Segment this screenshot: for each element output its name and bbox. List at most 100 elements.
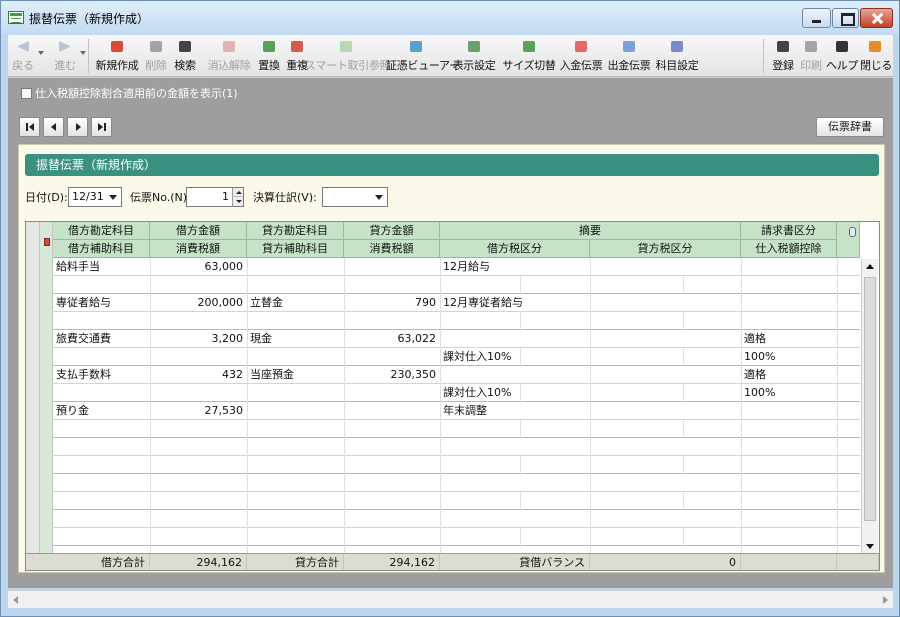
grid-cell-inv[interactable] <box>741 294 837 312</box>
toolbar-delete-button[interactable]: 削除 <box>142 35 170 77</box>
grid-cell-d-acct[interactable]: 給料手当 <box>53 258 150 276</box>
grid-cell-c-tax[interactable] <box>590 276 741 294</box>
grid-cell-c-amt[interactable] <box>344 258 440 276</box>
attachment-icon[interactable] <box>849 227 856 237</box>
grid-cell-c-sub[interactable] <box>247 276 344 294</box>
window-close-button[interactable] <box>860 8 893 28</box>
grid-cell-d-tax[interactable] <box>440 276 590 294</box>
scroll-up-icon[interactable] <box>866 264 874 269</box>
grid-cell-c-acct[interactable] <box>247 258 344 276</box>
dropdown-arrow-icon[interactable] <box>80 51 86 55</box>
grid-cell-d-acct[interactable]: 専従者給与 <box>53 294 150 312</box>
dropdown-arrow-icon[interactable] <box>38 51 44 55</box>
prev-record-button[interactable] <box>43 117 64 137</box>
grid-cell-c-sub[interactable] <box>247 348 344 366</box>
grid-cell-ded[interactable]: 100% <box>741 384 837 402</box>
grid-cell-memo[interactable]: 年末調整 <box>440 402 741 420</box>
grid-cell-c-acct[interactable] <box>247 402 344 420</box>
tax-ratio-checkbox[interactable] <box>21 88 32 99</box>
grid-cell-ded[interactable] <box>741 312 837 330</box>
grid-cell-memo[interactable] <box>440 330 741 348</box>
stepper-up-icon[interactable] <box>232 188 243 197</box>
horizontal-scrollbar[interactable] <box>8 590 893 608</box>
grid-cell-c-amt[interactable]: 790 <box>344 294 440 312</box>
first-record-button[interactable] <box>19 117 40 137</box>
last-record-button[interactable] <box>91 117 112 137</box>
slip-no-stepper[interactable]: 1 <box>186 187 244 207</box>
grid-cell-d-vat[interactable] <box>150 276 247 294</box>
grid-cell-d-amt[interactable]: 3,200 <box>150 330 247 348</box>
minimize-button[interactable] <box>802 8 831 28</box>
grid-cell-d-sub[interactable] <box>53 312 150 330</box>
grid-cell-c-vat[interactable] <box>344 348 440 366</box>
grid-cell-c-amt[interactable]: 230,350 <box>344 366 440 384</box>
closing-entry-combo[interactable] <box>322 187 388 207</box>
toolbar-help-button[interactable]: ヘルプ <box>826 35 858 77</box>
toolbar-back-button[interactable]: 戻る <box>10 35 36 77</box>
grid-cell-d-acct[interactable]: 支払手数料 <box>53 366 150 384</box>
grid-cell-d-sub[interactable] <box>53 348 150 366</box>
grid-cell-ded[interactable] <box>741 420 837 438</box>
grid-cell-c-vat[interactable] <box>344 420 440 438</box>
toolbar-close-button[interactable]: 閉じる <box>860 35 892 77</box>
grid-cell-d-acct[interactable]: 旅費交通費 <box>53 330 150 348</box>
scroll-down-icon[interactable] <box>866 544 874 549</box>
grid-cell-inv[interactable] <box>741 402 837 420</box>
toolbar-size-button[interactable]: サイズ切替 <box>502 35 556 77</box>
scroll-right-icon[interactable] <box>883 596 888 604</box>
grid-cell-memo[interactable]: 12月給与 <box>440 258 741 276</box>
grid-cell-inv[interactable] <box>741 258 837 276</box>
grid-cell-c-tax[interactable] <box>590 348 741 366</box>
grid-cell-c-tax[interactable] <box>590 420 741 438</box>
grid-cell-c-vat[interactable] <box>344 276 440 294</box>
grid-cell-c-acct[interactable]: 立替金 <box>247 294 344 312</box>
grid-cell-d-tax[interactable]: 課対仕入10% <box>440 384 590 402</box>
grid-cell-memo[interactable]: 12月専従者給与 <box>440 294 741 312</box>
grid-cell-inv[interactable]: 適格 <box>741 330 837 348</box>
grid-cell-d-tax[interactable] <box>440 312 590 330</box>
toolbar-new-button[interactable]: 新規作成 <box>94 35 140 77</box>
grid-cell-c-tax[interactable] <box>590 312 741 330</box>
toolbar-forward-button[interactable]: 進む <box>52 35 78 77</box>
toolbar-account-button[interactable]: 科目設定 <box>653 35 701 77</box>
grid-cell-d-sub[interactable] <box>53 384 150 402</box>
vertical-scrollbar[interactable] <box>861 259 878 554</box>
next-record-button[interactable] <box>67 117 88 137</box>
grid-cell-d-vat[interactable] <box>150 420 247 438</box>
toolbar-cancel-clear-button[interactable]: 消込解除 <box>204 35 254 77</box>
grid-cell-d-amt[interactable]: 27,530 <box>150 402 247 420</box>
toolbar-replace-button[interactable]: 置換 <box>256 35 282 77</box>
grid-cell-c-tax[interactable] <box>590 384 741 402</box>
grid-cell-d-vat[interactable] <box>150 312 247 330</box>
toolbar-viewer-button[interactable]: 証憑ビューアー <box>386 35 460 77</box>
grid-cell-d-acct[interactable]: 預り金 <box>53 402 150 420</box>
grid-cell-c-acct[interactable]: 現金 <box>247 330 344 348</box>
grid-cell-d-tax[interactable]: 課対仕入10% <box>440 348 590 366</box>
grid-cell-d-tax[interactable] <box>440 420 590 438</box>
toolbar-search-button[interactable]: 検索 <box>172 35 198 77</box>
slip-dictionary-button[interactable]: 伝票辞書 <box>816 117 884 137</box>
grid-cell-d-amt[interactable]: 200,000 <box>150 294 247 312</box>
grid-cell-d-vat[interactable] <box>150 384 247 402</box>
grid-cell-ded[interactable]: 100% <box>741 348 837 366</box>
grid-cell-d-vat[interactable] <box>150 348 247 366</box>
toolbar-display-button[interactable]: 表示設定 <box>448 35 500 77</box>
grid-cell-inv[interactable]: 適格 <box>741 366 837 384</box>
scroll-thumb[interactable] <box>864 277 876 521</box>
grid-cell-c-vat[interactable] <box>344 384 440 402</box>
toolbar-receipt-button[interactable]: 入金伝票 <box>557 35 605 77</box>
grid-cell-c-sub[interactable] <box>247 384 344 402</box>
date-combo[interactable]: 12/31 <box>68 187 122 207</box>
toolbar-smart-button[interactable]: スマート取引参照 <box>305 35 391 77</box>
grid-cell-d-sub[interactable] <box>53 420 150 438</box>
grid-cell-c-vat[interactable] <box>344 312 440 330</box>
grid-cell-c-sub[interactable] <box>247 420 344 438</box>
grid-cell-c-amt[interactable] <box>344 402 440 420</box>
grid-cell-memo[interactable] <box>440 366 741 384</box>
toolbar-register-button[interactable]: 登録 <box>770 35 796 77</box>
grid-cell-d-amt[interactable]: 63,000 <box>150 258 247 276</box>
grid-cell-d-amt[interactable]: 432 <box>150 366 247 384</box>
stepper-down-icon[interactable] <box>232 197 243 206</box>
grid-cell-ded[interactable] <box>741 276 837 294</box>
maximize-button[interactable] <box>832 8 859 28</box>
